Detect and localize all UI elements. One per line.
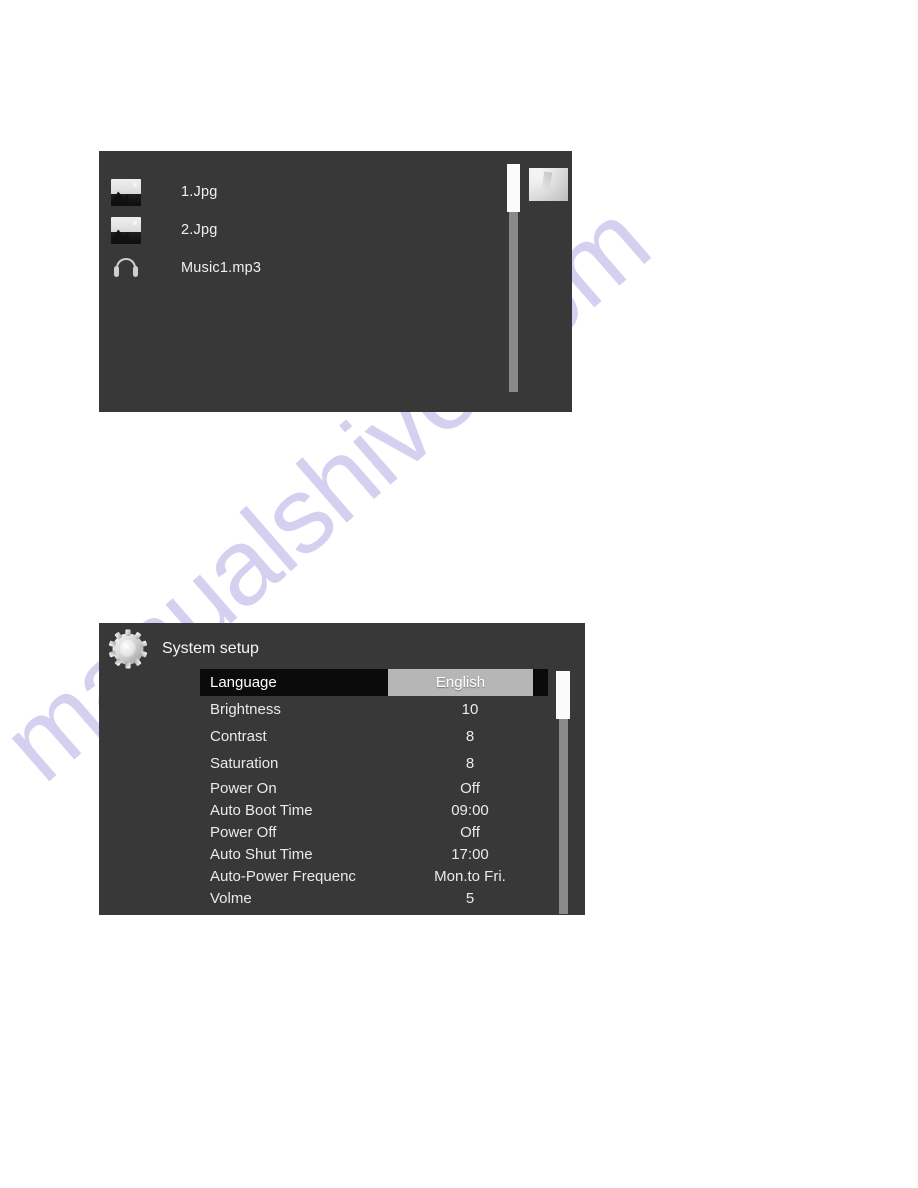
setting-value: Mon.to Fri. (434, 867, 506, 885)
setting-row-auto-shut-time[interactable]: Auto Shut Time 17:00 (200, 843, 548, 865)
setting-label: Contrast (210, 728, 267, 745)
setting-label: Auto Shut Time (210, 845, 313, 863)
setting-value: Off (460, 779, 480, 797)
list-item[interactable]: 2.Jpg (109, 213, 217, 247)
page-title: System setup (162, 640, 259, 657)
setting-value: 10 (461, 701, 479, 718)
file-name: Music1.mp3 (181, 260, 262, 276)
setting-value: 5 (465, 889, 475, 907)
setting-label: Auto-Power Frequenc (210, 867, 356, 885)
file-list: 1.Jpg 2.Jpg Music1.mp3 (99, 151, 499, 412)
settings-list: Language English Brightness 10 Contrast … (200, 669, 548, 909)
setting-row-power-on[interactable]: Power On Off (200, 777, 548, 799)
image-icon (109, 177, 143, 207)
setting-row-auto-power-frequency[interactable]: Auto-Power Frequenc Mon.to Fri. (200, 865, 548, 887)
setting-value: 8 (465, 728, 475, 745)
list-item[interactable]: 1.Jpg (109, 175, 217, 209)
system-setup-header: System setup (107, 628, 259, 670)
setting-value: 17:00 (451, 845, 489, 863)
setting-label: Language (210, 674, 277, 691)
image-icon (109, 215, 143, 245)
setting-value: 8 (465, 755, 475, 772)
setting-label: Auto Boot Time (210, 801, 313, 819)
setting-row-auto-boot-time[interactable]: Auto Boot Time 09:00 (200, 799, 548, 821)
scrollbar-thumb[interactable] (507, 164, 520, 212)
settings-scrollbar[interactable] (556, 671, 570, 914)
setting-value: Off (460, 823, 480, 841)
file-name: 2.Jpg (181, 222, 218, 238)
file-manager-thumbnail-icon (529, 168, 568, 201)
setting-label: Volme (210, 889, 252, 907)
list-item[interactable]: Music1.mp3 (109, 251, 261, 285)
file-manager-header: File Manager (529, 168, 572, 201)
system-setup-panel: System setup Language English Brightness… (99, 623, 585, 915)
setting-label: Power On (210, 779, 277, 797)
setting-value: English (435, 674, 486, 691)
setting-value-chip[interactable]: English (388, 669, 533, 696)
setting-row-brightness[interactable]: Brightness 10 (200, 696, 548, 723)
headphones-icon (109, 253, 143, 283)
setting-row-volume[interactable]: Volme 5 (200, 887, 548, 909)
setting-label: Power Off (210, 823, 277, 841)
setting-row-saturation[interactable]: Saturation 8 (200, 750, 548, 777)
setting-label: Saturation (210, 755, 279, 772)
setting-row-language[interactable]: Language English (200, 669, 548, 696)
gear-icon (107, 628, 149, 670)
file-browser-panel: 1.Jpg 2.Jpg Music1.mp3 1/3 File Mana (99, 151, 572, 412)
setting-row-contrast[interactable]: Contrast 8 (200, 723, 548, 750)
file-list-scrollbar[interactable] (507, 164, 520, 392)
setting-value: 09:00 (451, 801, 489, 819)
setting-label: Brightness (210, 701, 281, 718)
file-name: 1.Jpg (181, 184, 218, 200)
setting-row-power-off[interactable]: Power Off Off (200, 821, 548, 843)
scrollbar-thumb[interactable] (556, 671, 570, 719)
